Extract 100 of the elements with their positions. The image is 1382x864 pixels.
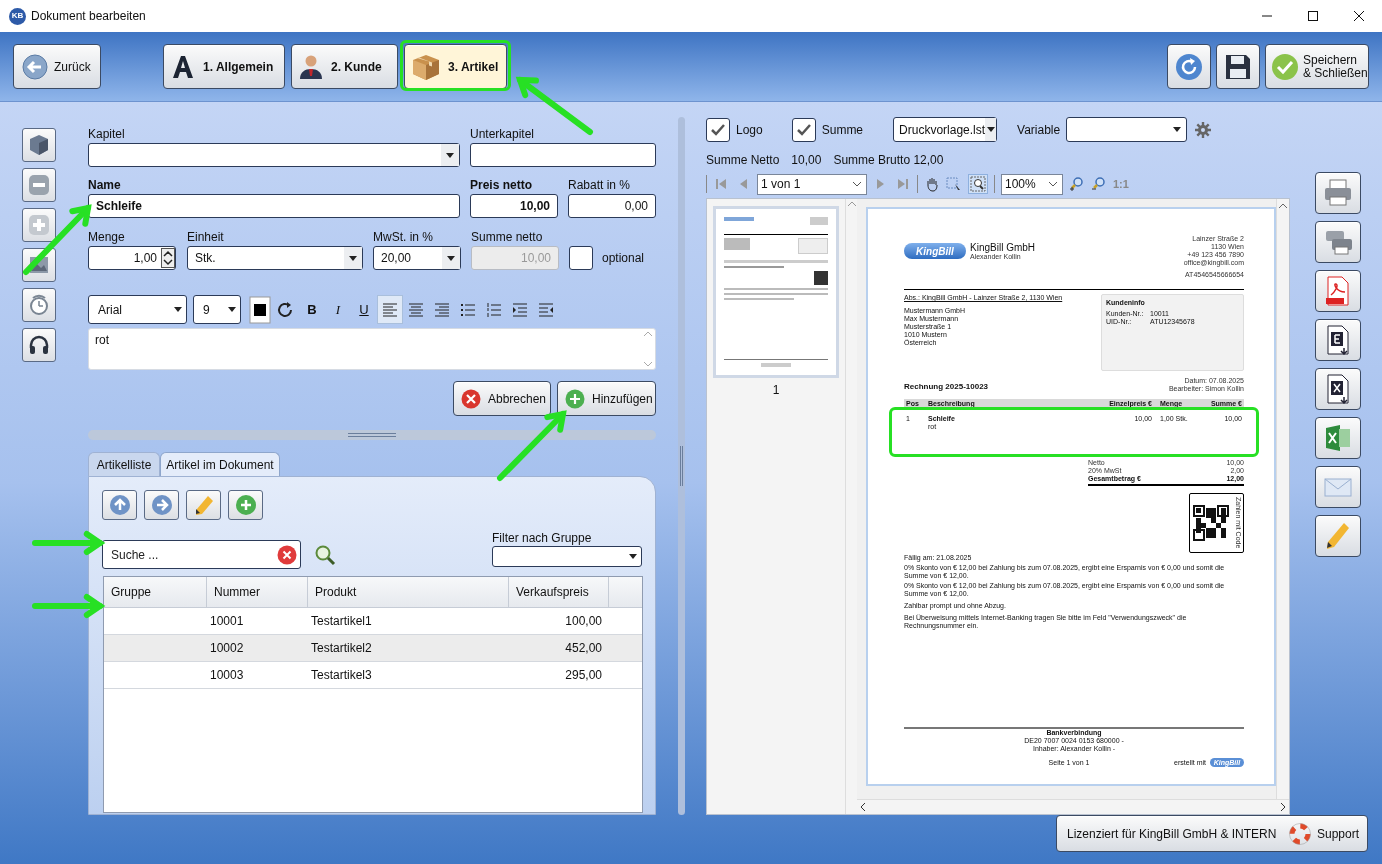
step-tab[interactable]: 2. Kunde: [291, 44, 398, 89]
maximize-icon[interactable]: [1308, 11, 1318, 21]
input-field[interactable]: [470, 143, 656, 167]
checkbox[interactable]: [706, 117, 730, 142]
clear-icon[interactable]: [277, 544, 297, 565]
caret-icon: [349, 255, 357, 261]
export-button[interactable]: [1315, 466, 1361, 508]
cancel-icon: [461, 388, 481, 409]
dropdown-field[interactable]: [88, 143, 460, 167]
field-label: Preis netto: [470, 177, 533, 194]
person-icon: [298, 53, 324, 80]
spinner-arrows-icon: [161, 248, 175, 268]
dropdown-field[interactable]: 20,00: [373, 246, 461, 270]
scroll-right-icon: [1281, 803, 1286, 811]
table-cell-text: 10002: [209, 640, 245, 657]
text-area[interactable]: rot: [88, 328, 656, 370]
side-tool-button[interactable]: [22, 328, 56, 362]
panel-tab[interactable]: Artikelliste: [88, 452, 160, 476]
cancel-button[interactable]: Abbrechen: [453, 381, 551, 416]
dropdown-field[interactable]: Stk.: [187, 246, 363, 270]
format-button[interactable]: B: [299, 295, 325, 324]
select-icon[interactable]: [946, 176, 962, 192]
format-button[interactable]: [247, 295, 273, 324]
scroll-up-icon: [847, 201, 856, 206]
export-button[interactable]: [1315, 368, 1361, 410]
zoom-in-icon[interactable]: [1069, 176, 1085, 192]
checkbox[interactable]: [569, 246, 593, 270]
page-number: 1: [772, 382, 780, 399]
list-tool-button[interactable]: [144, 490, 179, 520]
variable-dropdown[interactable]: [1066, 117, 1188, 142]
side-tool-button[interactable]: [22, 208, 56, 242]
zoom-out-icon[interactable]: [1091, 176, 1107, 192]
export-button[interactable]: [1315, 270, 1361, 312]
input-field[interactable]: Schleife: [88, 194, 460, 218]
column-header[interactable]: Nummer: [207, 577, 308, 607]
panel-tab[interactable]: Artikel im Dokument: [160, 452, 280, 476]
format-button[interactable]: I: [325, 295, 351, 324]
chevron-down-icon: [852, 181, 862, 187]
table-cell-text: Testartikel2: [310, 640, 373, 657]
scroll-down-icon: [644, 362, 652, 367]
number-spinner[interactable]: 1,00: [88, 246, 176, 270]
format-button[interactable]: U: [351, 295, 377, 324]
support-button[interactable]: Support: [1287, 821, 1359, 846]
list-tool-button[interactable]: [102, 490, 137, 520]
search-field[interactable]: Suche ...: [102, 540, 301, 569]
side-tool-button[interactable]: [22, 168, 56, 202]
box-icon: [27, 133, 51, 157]
side-tool-button[interactable]: [22, 128, 56, 162]
zoom-page-icon[interactable]: [970, 176, 986, 192]
table-row[interactable]: 10002 Testartikel2 452,00: [104, 635, 642, 662]
input-field[interactable]: 10,00: [470, 194, 558, 218]
size-dropdown[interactable]: 9: [193, 295, 241, 324]
refresh-button[interactable]: [1167, 44, 1211, 89]
export-button[interactable]: [1315, 319, 1361, 361]
export-button[interactable]: [1315, 417, 1361, 459]
column-header[interactable]: Gruppe: [104, 577, 207, 607]
box-icon: [411, 52, 441, 81]
add-button[interactable]: Hinzufügen: [557, 381, 656, 416]
checkbox[interactable]: [791, 117, 816, 142]
page-dropdown[interactable]: 1 von 1: [757, 173, 867, 195]
table-cell-text: Testartikel1: [310, 613, 373, 630]
caret-icon: [986, 127, 995, 132]
caret-icon: [228, 307, 236, 312]
save-and-close-button[interactable]: Speichern & Schließen: [1265, 44, 1369, 89]
field-label: Summe netto: [471, 229, 544, 246]
table-cell-text: 100,00: [564, 613, 603, 630]
column-header[interactable]: Produkt: [308, 577, 509, 607]
letter-a-icon: [170, 53, 196, 80]
summary-text: Summe Netto: [706, 152, 780, 167]
vertical-scrollbar[interactable]: [1276, 199, 1289, 799]
export-button[interactable]: [1315, 515, 1361, 557]
checkbox-label: optional: [602, 250, 645, 267]
scroll-up-icon: [1279, 203, 1287, 208]
input-field[interactable]: 0,00: [568, 194, 656, 218]
list-tool-button[interactable]: [186, 490, 221, 520]
gear-icon[interactable]: [1195, 121, 1212, 138]
back-button[interactable]: Zurück: [13, 44, 101, 89]
search-icon[interactable]: [314, 544, 336, 566]
export-button[interactable]: [1315, 172, 1361, 214]
add-icon: [565, 388, 585, 409]
column-header[interactable]: Verkaufspreis: [509, 577, 609, 607]
step-tab[interactable]: 3. Artikel: [404, 44, 507, 89]
font-dropdown[interactable]: Arial: [88, 295, 187, 324]
page-thumbnail-drawing[interactable]: [713, 206, 840, 378]
hand-icon[interactable]: [924, 176, 940, 192]
template-dropdown[interactable]: Druckvorlage.lst: [893, 117, 998, 142]
export-button[interactable]: [1315, 221, 1361, 263]
horizontal-scrollbar[interactable]: [857, 799, 1289, 814]
side-tool-button[interactable]: [22, 288, 56, 322]
annotation-arrow: [497, 410, 567, 481]
zoom-dropdown[interactable]: 100%: [1001, 173, 1063, 195]
field-label: Rabatt in %: [568, 177, 632, 194]
group-filter-dropdown[interactable]: [492, 546, 642, 567]
close-icon[interactable]: [1354, 11, 1364, 21]
company-logo: KingBill: [904, 243, 966, 259]
checkbox-label: Summe: [821, 121, 864, 139]
list-tool-button[interactable]: [228, 490, 263, 520]
step-tab[interactable]: 1. Allgemein: [163, 44, 285, 89]
save-button[interactable]: [1216, 44, 1260, 89]
checkbox-label: Logo: [736, 121, 763, 139]
